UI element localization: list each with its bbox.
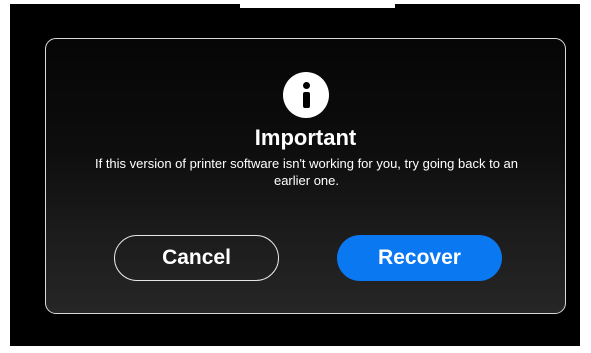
dialog-message: If this version of printer software isn'… (94, 156, 518, 188)
info-icon-dot (302, 82, 310, 89)
top-strip (240, 4, 395, 8)
cancel-button[interactable]: Cancel (114, 235, 279, 281)
info-icon (282, 72, 329, 118)
dialog-title: Important (254, 125, 357, 150)
recover-button[interactable]: Recover (337, 235, 502, 281)
screen: Important If this version of printer sof… (10, 4, 580, 346)
important-dialog: Important If this version of printer sof… (45, 38, 566, 314)
info-icon-stem (302, 92, 310, 108)
